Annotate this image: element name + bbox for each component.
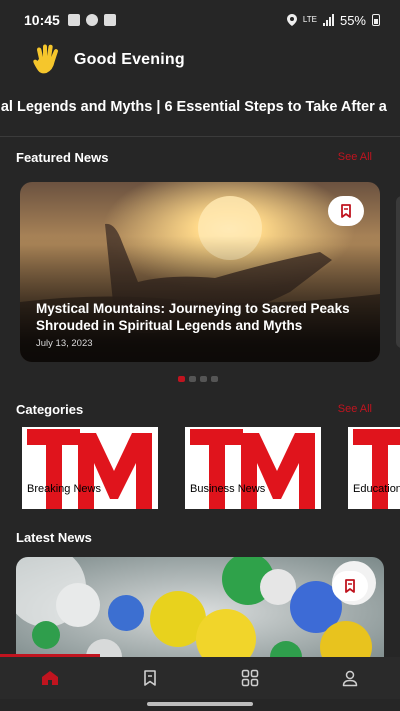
latest-news-card[interactable] xyxy=(16,557,384,667)
latest-news-title: Latest News xyxy=(16,530,92,545)
category-card-business-news[interactable]: Business News xyxy=(185,427,321,509)
nav-categories[interactable] xyxy=(200,657,300,699)
category-card-education[interactable]: Education xyxy=(348,427,400,509)
bookmark-icon xyxy=(345,579,355,593)
category-label: Business News xyxy=(190,483,266,495)
home-icon xyxy=(42,671,58,685)
spotify-icon xyxy=(85,14,98,26)
bookmark-icon xyxy=(144,670,156,686)
featured-news-date: July 13, 2023 xyxy=(36,338,93,349)
bookmark-icon xyxy=(341,204,351,218)
tm-logo-image xyxy=(185,427,321,509)
ticker-text: ual Legends and Myths | 6 Essential Step… xyxy=(0,99,387,115)
home-indicator[interactable] xyxy=(147,702,253,706)
carousel-dot[interactable] xyxy=(200,376,207,382)
carousel-indicator xyxy=(178,376,218,382)
featured-news-headline: Mystical Mountains: Journeying to Sacred… xyxy=(36,301,350,333)
categories-see-all-link[interactable]: See All xyxy=(338,403,372,415)
grid-icon xyxy=(241,669,259,687)
categories-title: Categories xyxy=(16,402,84,417)
latest-bookmark-button[interactable] xyxy=(332,571,368,601)
carousel-dot[interactable] xyxy=(189,376,196,382)
battery-percent: 55% xyxy=(339,12,366,28)
category-label: Breaking News xyxy=(27,483,101,495)
tm-logo-image xyxy=(22,427,158,509)
network-type: LTE xyxy=(302,15,317,24)
status-time: 10:45 xyxy=(24,12,60,28)
greeting-text: Good Evening xyxy=(74,51,185,68)
tm-logo-image xyxy=(348,427,400,509)
message-icon xyxy=(103,14,116,26)
latest-news-image xyxy=(16,557,384,667)
featured-news-title: Featured News xyxy=(16,150,109,165)
battery-icon xyxy=(372,14,380,26)
featured-see-all-link[interactable]: See All xyxy=(338,151,372,163)
nav-bookmarks[interactable] xyxy=(100,657,200,699)
carousel-dot[interactable] xyxy=(178,376,185,382)
status-bar: 10:45 LTE 55% xyxy=(0,0,400,40)
categories-list: Breaking News Business News Education xyxy=(0,427,400,511)
carousel-dot[interactable] xyxy=(211,376,218,382)
next-featured-card[interactable] xyxy=(396,196,400,348)
nav-home[interactable] xyxy=(0,657,100,699)
user-icon xyxy=(342,670,358,687)
news-ticker[interactable]: ual Legends and Myths | 6 Essential Step… xyxy=(0,95,400,123)
bottom-nav xyxy=(0,657,400,699)
featured-bookmark-button[interactable] xyxy=(328,196,364,226)
divider xyxy=(0,136,400,137)
signal-icon xyxy=(322,14,334,26)
featured-news-card[interactable]: Mystical Mountains: Journeying to Sacred… xyxy=(20,182,380,362)
category-label: Education xyxy=(353,483,400,495)
nav-profile[interactable] xyxy=(300,657,400,699)
gallery-icon xyxy=(67,14,80,26)
waving-hand-icon xyxy=(33,44,59,74)
greeting: Good Evening xyxy=(30,42,185,78)
category-card-breaking-news[interactable]: Breaking News xyxy=(22,427,158,509)
location-icon xyxy=(286,14,297,26)
